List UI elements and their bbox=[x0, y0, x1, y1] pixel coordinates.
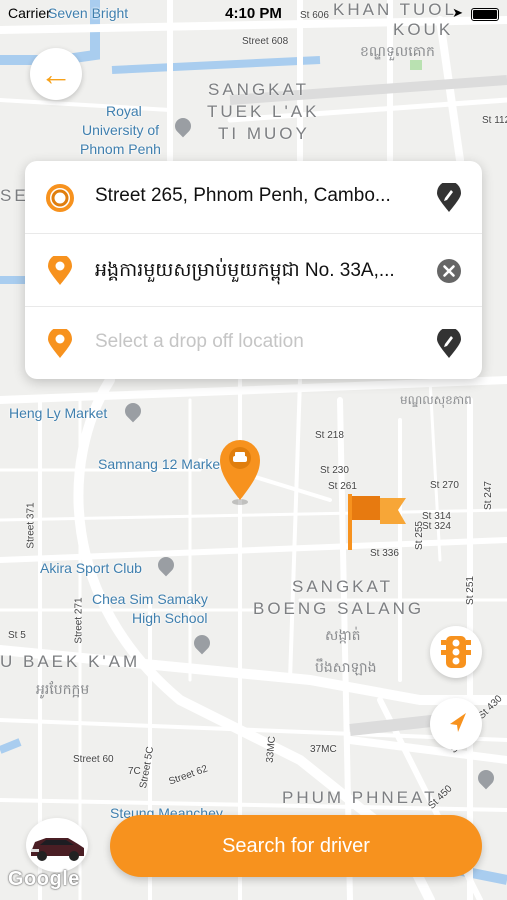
map-view[interactable]: Seven Bright Royal University of Phnom P… bbox=[0, 0, 507, 900]
search-for-driver-button[interactable]: Search for driver bbox=[110, 815, 482, 877]
area-phum-phneat: PHUM PHNEAT bbox=[282, 788, 438, 807]
map-label-chea-sim: Chea Sim Samaky bbox=[92, 591, 208, 607]
map-label-royal-university-2: University of bbox=[82, 122, 160, 138]
map-label-akira-sport-club: Akira Sport Club bbox=[40, 560, 142, 576]
recenter-location-button[interactable] bbox=[430, 698, 482, 750]
area-boeng-salang-2: BOENG SALANG bbox=[253, 599, 425, 618]
street-label: St 324 bbox=[422, 521, 451, 532]
street-label: St 270 bbox=[430, 480, 459, 491]
area-boeng-salang: SANGKAT bbox=[292, 577, 393, 596]
area-tuek-lak-3: TI MUOY bbox=[218, 124, 310, 143]
street-label: St 247 bbox=[482, 481, 494, 510]
location-pin-icon bbox=[48, 329, 72, 358]
status-bar: Carrier 4:10 PM ➤ bbox=[0, 0, 507, 28]
map-label-chea-sim-2: High School bbox=[132, 610, 208, 626]
khmer-label-baek-kam: អូរបែកក្អម bbox=[36, 681, 90, 697]
map-pin-picker-icon[interactable] bbox=[436, 183, 462, 213]
map-label-heng-ly-market: Heng Ly Market bbox=[9, 405, 108, 421]
battery-icon bbox=[471, 8, 499, 21]
area-tuek-lak-2: TUEK L'AK bbox=[207, 102, 320, 121]
app-screen: Seven Bright Royal University of Phnom P… bbox=[0, 0, 507, 900]
street-label: Street 608 bbox=[242, 36, 289, 47]
street-label: St 112 bbox=[482, 115, 507, 126]
pickup-row[interactable]: Street 265, Phnom Penh, Cambo... bbox=[25, 161, 482, 234]
khmer-label-boeng-salang: សង្កាត់ bbox=[325, 627, 361, 643]
location-pin-icon bbox=[48, 256, 72, 285]
dropoff-location-placeholder[interactable]: Select a drop off location bbox=[95, 331, 425, 353]
pickup-location-text[interactable]: Street 265, Phnom Penh, Cambo... bbox=[95, 185, 425, 207]
pickup-marker-icon[interactable] bbox=[218, 438, 262, 506]
khmer-label-right: មណ្ឌលសុខភាព bbox=[400, 393, 472, 407]
street-label: 33MC bbox=[264, 735, 278, 764]
clear-icon[interactable] bbox=[436, 256, 462, 286]
street-label: St 255 bbox=[413, 521, 425, 550]
street-label: 7C bbox=[128, 766, 141, 777]
traffic-toggle-button[interactable] bbox=[430, 626, 482, 678]
navigation-arrow-icon bbox=[450, 713, 466, 732]
street-label: St 230 bbox=[320, 465, 349, 476]
pickup-ring-icon bbox=[46, 184, 74, 212]
map-label-royal-university-3: Phnom Penh bbox=[80, 141, 161, 157]
street-label: St 218 bbox=[315, 430, 344, 441]
destination-flag-icon[interactable] bbox=[346, 490, 410, 552]
stop-row[interactable]: អង្គការមួយសម្រាប់មួយកម្ពុជា No. 33A,... bbox=[25, 234, 482, 307]
area-tuek-lak: SANGKAT bbox=[208, 80, 309, 99]
location-arrow-icon: ➤ bbox=[452, 5, 463, 20]
khmer-label-boeng-salang-2: បឹងសាឡាង bbox=[315, 659, 377, 675]
street-label: Street 271 bbox=[73, 597, 85, 644]
street-label: Street 371 bbox=[25, 502, 37, 549]
location-card: Street 265, Phnom Penh, Cambo... អង្គការ… bbox=[25, 161, 482, 379]
map-label-royal-university: Royal bbox=[106, 103, 142, 119]
street-label: Street 60 bbox=[73, 754, 114, 765]
street-label: St 5 bbox=[8, 630, 26, 641]
dropoff-row[interactable]: Select a drop off location bbox=[25, 307, 482, 380]
traffic-light-icon bbox=[441, 636, 471, 668]
status-time: 4:10 PM bbox=[225, 5, 282, 22]
area-baek-kam: U BAEK K'AM bbox=[0, 652, 141, 671]
map-label-samnang-market: Samnang 12 Market bbox=[98, 456, 225, 472]
vehicle-type-thumbnail[interactable] bbox=[26, 818, 88, 872]
car-icon bbox=[31, 838, 84, 861]
map-pin-picker-icon[interactable] bbox=[436, 329, 462, 359]
stop-location-text[interactable]: អង្គការមួយសម្រាប់មួយកម្ពុជា No. 33A,... bbox=[95, 258, 425, 286]
google-logo: Google bbox=[8, 868, 80, 890]
arrow-left-icon: ← bbox=[40, 56, 72, 92]
back-button[interactable]: ← bbox=[30, 48, 82, 100]
street-label: 37MC bbox=[310, 744, 337, 755]
street-label: St 251 bbox=[464, 576, 476, 605]
khmer-label-tuol-kouk: ខណ្ឌទួលគោក bbox=[360, 43, 435, 59]
